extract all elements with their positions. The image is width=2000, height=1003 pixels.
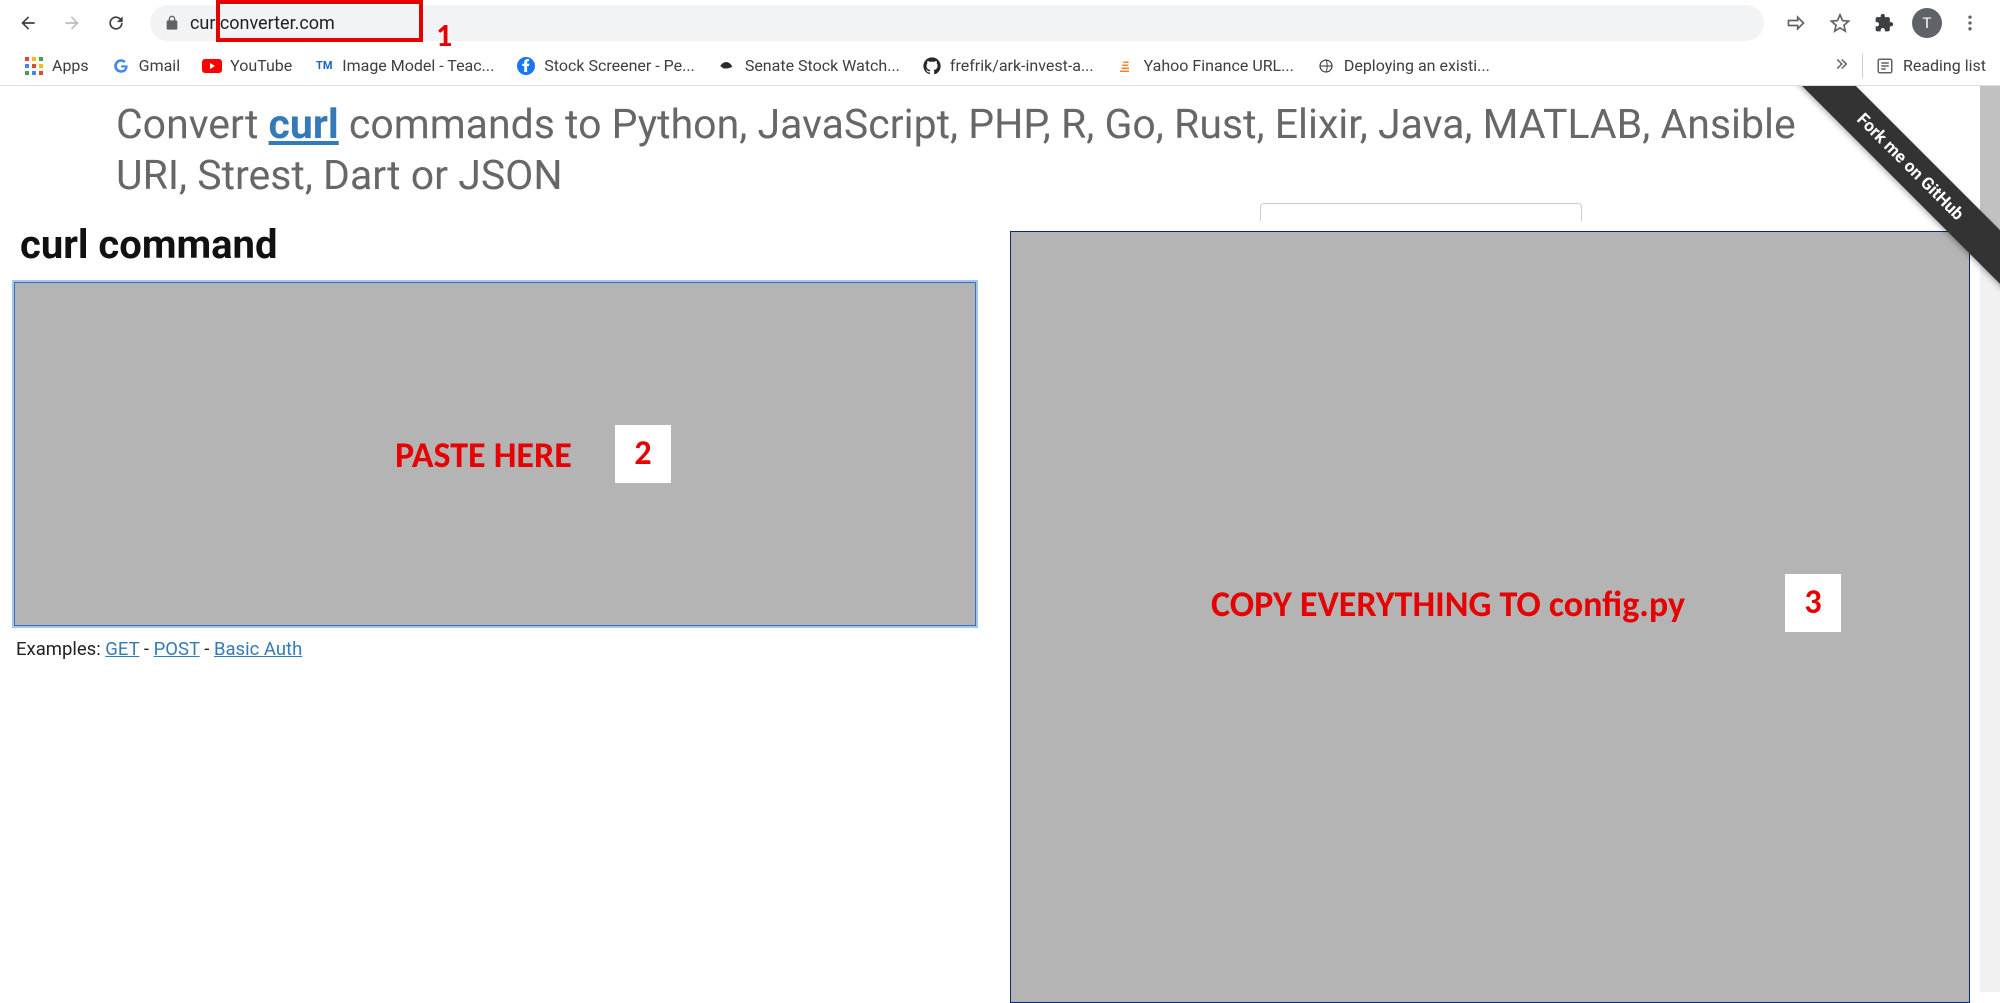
page-content: Fork me on GitHub Convert curl commands … bbox=[0, 86, 2000, 1003]
extensions-icon[interactable] bbox=[1868, 7, 1900, 39]
apps-icon bbox=[24, 56, 44, 76]
profile-avatar[interactable]: T bbox=[1912, 8, 1942, 38]
example-post[interactable]: POST bbox=[154, 638, 200, 660]
deploy-icon bbox=[1316, 56, 1336, 76]
output-code-box[interactable]: COPY EVERYTHING TO config.py 3 bbox=[1010, 231, 1970, 1003]
reading-list-button[interactable]: Reading list bbox=[1875, 56, 1986, 76]
bookmark-youtube[interactable]: YouTube bbox=[192, 52, 302, 80]
curl-link[interactable]: curl bbox=[269, 101, 339, 149]
bookmark-label: YouTube bbox=[230, 56, 292, 75]
stack-icon bbox=[1116, 56, 1136, 76]
curl-input-textarea[interactable]: PASTE HERE 2 bbox=[14, 282, 976, 626]
bookmark-gmail[interactable]: Gmail bbox=[101, 52, 190, 80]
section-title: curl command bbox=[20, 221, 984, 268]
youtube-icon bbox=[202, 56, 222, 76]
bookmark-label: Deploying an existi... bbox=[1344, 56, 1490, 75]
github-ribbon: Fork me on GitHub bbox=[1760, 86, 2000, 326]
headline-prefix: Convert bbox=[116, 101, 269, 149]
bookmark-image-model[interactable]: TM Image Model - Teac... bbox=[304, 52, 504, 80]
bookmark-yahoo[interactable]: Yahoo Finance URL... bbox=[1106, 52, 1304, 80]
menu-icon[interactable] bbox=[1954, 7, 1986, 39]
bookmark-senate-stock[interactable]: Senate Stock Watch... bbox=[707, 52, 910, 80]
bookmarks-bar: Apps Gmail YouTube TM Image Model - Teac… bbox=[0, 46, 2000, 86]
bookmark-label: Yahoo Finance URL... bbox=[1144, 56, 1294, 75]
annotation-number-2: 2 bbox=[615, 425, 671, 483]
bookmark-stock-screener[interactable]: Stock Screener - Pe... bbox=[506, 52, 705, 80]
example-get[interactable]: GET bbox=[105, 638, 139, 660]
share-icon[interactable] bbox=[1780, 7, 1812, 39]
ribbon-text: Fork me on GitHub bbox=[1852, 109, 1967, 224]
bookmark-label: frefrik/ark-invest-a... bbox=[950, 56, 1094, 75]
nav-row: curlconverter.com T 1 bbox=[0, 0, 2000, 46]
eagle-icon bbox=[717, 56, 737, 76]
star-icon[interactable] bbox=[1824, 7, 1856, 39]
bookmark-apps[interactable]: Apps bbox=[14, 52, 99, 80]
bookmark-label: Stock Screener - Pe... bbox=[544, 56, 695, 75]
annotation-box-1 bbox=[216, 0, 423, 42]
github-icon bbox=[922, 56, 942, 76]
reading-list-label: Reading list bbox=[1903, 56, 1986, 75]
bookmark-label: Image Model - Teac... bbox=[342, 56, 494, 75]
page-headline: Convert curl commands to Python, JavaScr… bbox=[116, 100, 1816, 203]
tm-icon: TM bbox=[314, 56, 334, 76]
bookmark-deploying[interactable]: Deploying an existi... bbox=[1306, 52, 1500, 80]
bookmarks-overflow-icon[interactable] bbox=[1832, 55, 1850, 77]
back-button[interactable] bbox=[10, 5, 46, 41]
annotation-copy-everything: COPY EVERYTHING TO config.py bbox=[1211, 582, 1685, 626]
annotation-number-1: 1 bbox=[436, 16, 452, 55]
google-icon bbox=[111, 56, 131, 76]
reading-list-icon bbox=[1875, 56, 1895, 76]
bookmark-label: Gmail bbox=[139, 56, 180, 75]
avatar-letter: T bbox=[1923, 14, 1932, 32]
examples-line: Examples: GET - POST - Basic Auth bbox=[16, 638, 984, 660]
annotation-number-3: 3 bbox=[1785, 574, 1841, 632]
examples-label: Examples: bbox=[16, 638, 105, 660]
annotation-paste-here: PASTE HERE bbox=[395, 433, 572, 477]
example-basic-auth[interactable]: Basic Auth bbox=[214, 638, 302, 660]
reload-button[interactable] bbox=[98, 5, 134, 41]
bookmark-label: Apps bbox=[52, 56, 89, 75]
language-tabs[interactable] bbox=[1260, 203, 1582, 221]
bookmark-label: Senate Stock Watch... bbox=[745, 56, 900, 75]
headline-suffix: commands to Python, JavaScript, PHP, R, … bbox=[116, 101, 1796, 200]
lock-icon bbox=[164, 15, 180, 31]
bookmark-github-ark[interactable]: frefrik/ark-invest-a... bbox=[912, 52, 1104, 80]
github-ribbon-link[interactable]: Fork me on GitHub bbox=[1776, 86, 2000, 301]
forward-button bbox=[54, 5, 90, 41]
browser-chrome: curlconverter.com T 1 bbox=[0, 0, 2000, 86]
toolbar-right: T bbox=[1780, 7, 1990, 39]
facebook-icon bbox=[516, 56, 536, 76]
